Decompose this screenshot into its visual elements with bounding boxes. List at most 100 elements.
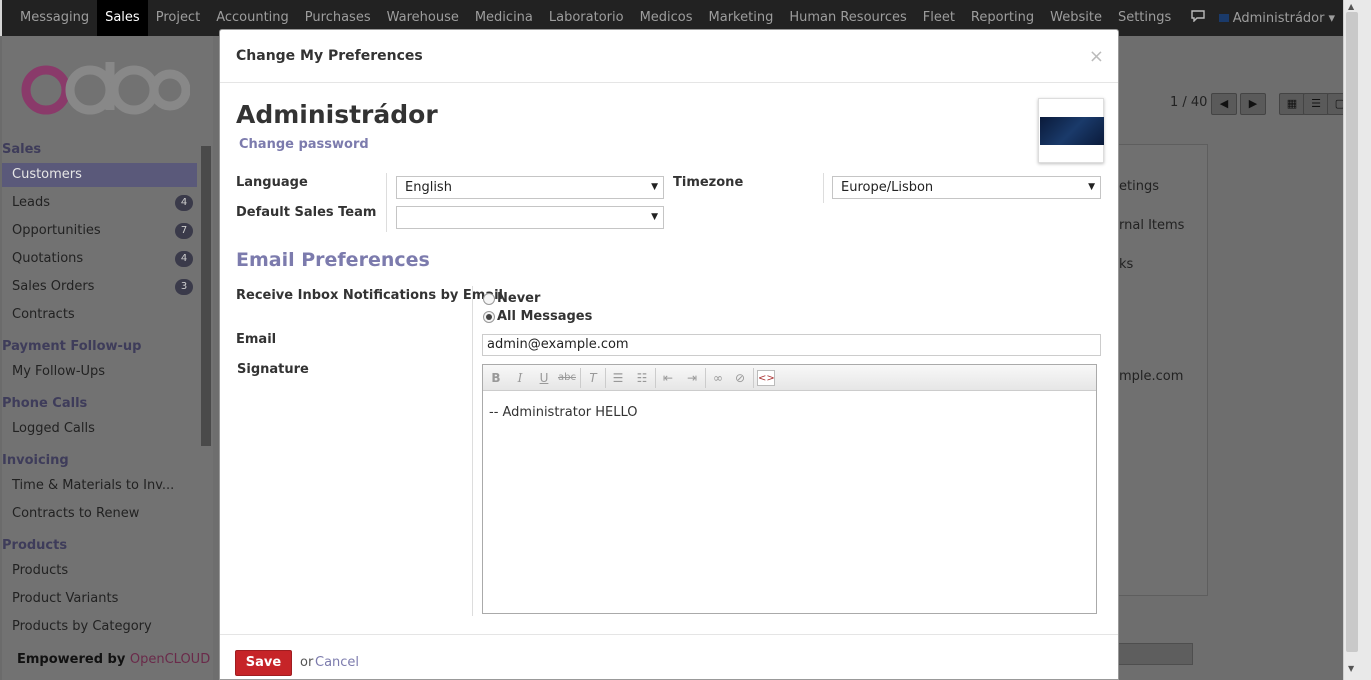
underline-icon[interactable]: U (535, 370, 553, 386)
user-avatar-image[interactable] (1038, 98, 1104, 163)
dialog-title: Change My Preferences (236, 48, 423, 64)
user-name-heading: Administrádor (236, 100, 438, 129)
caret-down-icon: ▾ (1328, 10, 1335, 26)
bullet-list-icon[interactable]: ☰ (609, 370, 627, 386)
toolbar-divider (655, 368, 656, 388)
card-item: ks (1119, 257, 1134, 272)
user-menu-name: Administrádor (1232, 10, 1325, 26)
section-phone-calls: Phone Calls (2, 396, 88, 411)
count-badge: 4 (175, 195, 193, 211)
sidebar-item-logged-calls[interactable]: Logged Calls (2, 417, 197, 441)
powered-brand-link[interactable]: OpenCLOUD (130, 652, 210, 667)
kanban-view-icon[interactable]: ▦ (1279, 93, 1305, 115)
count-badge: 3 (175, 279, 193, 295)
dropdown-arrow-icon: ▼ (651, 212, 658, 222)
sales-team-select[interactable]: ▼ (396, 206, 664, 229)
list-view-icon[interactable]: ☰ (1303, 93, 1329, 115)
menu-settings[interactable]: Settings (1110, 0, 1179, 36)
sidebar-item-customers[interactable]: Customers (2, 163, 197, 187)
sidebar-item-products-by-category[interactable]: Products by Category (2, 615, 197, 639)
menu-messaging[interactable]: Messaging (12, 0, 97, 36)
clear-format-icon[interactable]: T (584, 370, 602, 386)
menu-sales[interactable]: Sales (97, 0, 148, 36)
radio-all-messages[interactable]: All Messages (483, 309, 592, 324)
radio-button[interactable] (483, 292, 495, 305)
sidebar-item-my-follow-ups[interactable]: My Follow-Ups (2, 360, 197, 384)
email-field[interactable]: admin@example.com (482, 334, 1101, 356)
sidebar-item-contracts-to-renew[interactable]: Contracts to Renew (2, 502, 197, 526)
dialog-footer: Save or Cancel (220, 634, 1118, 680)
signature-editor[interactable]: B I U abc T ☰ ☷ ⇤ ⇥ ∞ ⊘ <> -- Administra… (482, 364, 1097, 614)
dropdown-arrow-icon: ▼ (1088, 182, 1095, 192)
count-badge: 7 (175, 223, 193, 239)
card-item: rnal Items (1119, 218, 1185, 233)
sidebar-item-sales-orders[interactable]: Sales Orders 3 (2, 275, 197, 299)
avatar-picture (1040, 117, 1104, 145)
cancel-link[interactable]: Cancel (315, 655, 359, 670)
link-icon[interactable]: ∞ (709, 370, 727, 386)
pager-previous-button[interactable]: ◀ (1211, 93, 1237, 115)
user-avatar-icon (1218, 11, 1229, 26)
italic-icon[interactable]: I (511, 370, 529, 386)
pager-next-button[interactable]: ▶ (1240, 93, 1266, 115)
card-item: etings (1119, 179, 1159, 194)
bold-icon[interactable]: B (487, 370, 505, 386)
label-divider (823, 173, 824, 203)
radio-button-selected[interactable] (483, 310, 495, 323)
odoo-logo (20, 58, 191, 124)
toolbar-divider (605, 368, 606, 388)
outdent-icon[interactable]: ⇤ (659, 370, 677, 386)
dialog-header: Change My Preferences × (220, 30, 1118, 83)
background-dropdown[interactable] (1113, 643, 1193, 665)
timezone-select[interactable]: Europe/Lisbon ▼ (832, 176, 1101, 199)
dropdown-arrow-icon: ▼ (651, 182, 658, 192)
user-menu[interactable]: Administrádor ▾ (1218, 10, 1335, 26)
source-code-icon[interactable]: <> (757, 370, 775, 386)
label-divider (386, 173, 387, 232)
sidebar-item-leads[interactable]: Leads 4 (2, 191, 197, 215)
toolbar-divider (705, 368, 706, 388)
radio-label: All Messages (497, 309, 593, 324)
card-item: mple.com (1119, 369, 1184, 384)
section-payment-follow-up: Payment Follow-up (2, 339, 142, 354)
sidebar-scrollbar[interactable] (201, 146, 211, 446)
unlink-icon[interactable]: ⊘ (731, 370, 749, 386)
scrollbar-thumb[interactable] (1346, 12, 1358, 652)
toolbar-divider (580, 368, 581, 388)
sales-team-label: Default Sales Team (236, 205, 377, 220)
sidebar-item-time-materials[interactable]: Time & Materials to Inv... (2, 474, 197, 498)
section-invoicing: Invoicing (2, 453, 69, 468)
scroll-down-icon[interactable]: ▼ (1348, 664, 1354, 673)
radio-never[interactable]: Never (483, 291, 540, 306)
editor-toolbar: B I U abc T ☰ ☷ ⇤ ⇥ ∞ ⊘ <> (483, 365, 1096, 391)
sidebar-item-contracts[interactable]: Contracts (2, 303, 197, 327)
notifications-label: Receive Inbox Notifications by Email (236, 288, 503, 303)
signature-content[interactable]: -- Administrator HELLO (489, 405, 638, 420)
sidebar-item-product-variants[interactable]: Product Variants (2, 587, 197, 611)
language-value: English (405, 180, 452, 195)
sidebar-item-quotations[interactable]: Quotations 4 (2, 247, 197, 271)
numbered-list-icon[interactable]: ☷ (633, 370, 651, 386)
window-scrollbar[interactable]: ▲ ▼ (1343, 0, 1371, 680)
language-select[interactable]: English ▼ (396, 176, 664, 199)
sidebar: Sales Customers Leads 4 Opportunities 7 Qu… (2, 36, 213, 680)
topbar-right: Administrádor ▾ (1190, 0, 1335, 36)
indent-icon[interactable]: ⇥ (683, 370, 701, 386)
email-label: Email (236, 332, 277, 347)
sidebar-item-opportunities[interactable]: Opportunities 7 (2, 219, 197, 243)
label-divider (472, 286, 473, 616)
section-products: Products (2, 538, 68, 553)
menu-project[interactable]: Project (148, 0, 208, 36)
count-badge: 4 (175, 251, 193, 267)
sidebar-item-products[interactable]: Products (2, 559, 197, 583)
close-icon[interactable]: × (1089, 46, 1104, 67)
background-card: etings rnal Items ks mple.com (1118, 144, 1208, 596)
chat-icon[interactable] (1190, 10, 1205, 26)
change-password-link[interactable]: Change password (239, 137, 369, 152)
or-text: or (300, 655, 314, 670)
signature-label: Signature (237, 362, 309, 377)
save-button[interactable]: Save (235, 650, 292, 676)
strikethrough-icon[interactable]: abc (558, 370, 576, 386)
preferences-dialog: Change My Preferences × Administrádor Ch… (219, 29, 1119, 680)
scroll-up-icon[interactable]: ▲ (1348, 2, 1354, 11)
